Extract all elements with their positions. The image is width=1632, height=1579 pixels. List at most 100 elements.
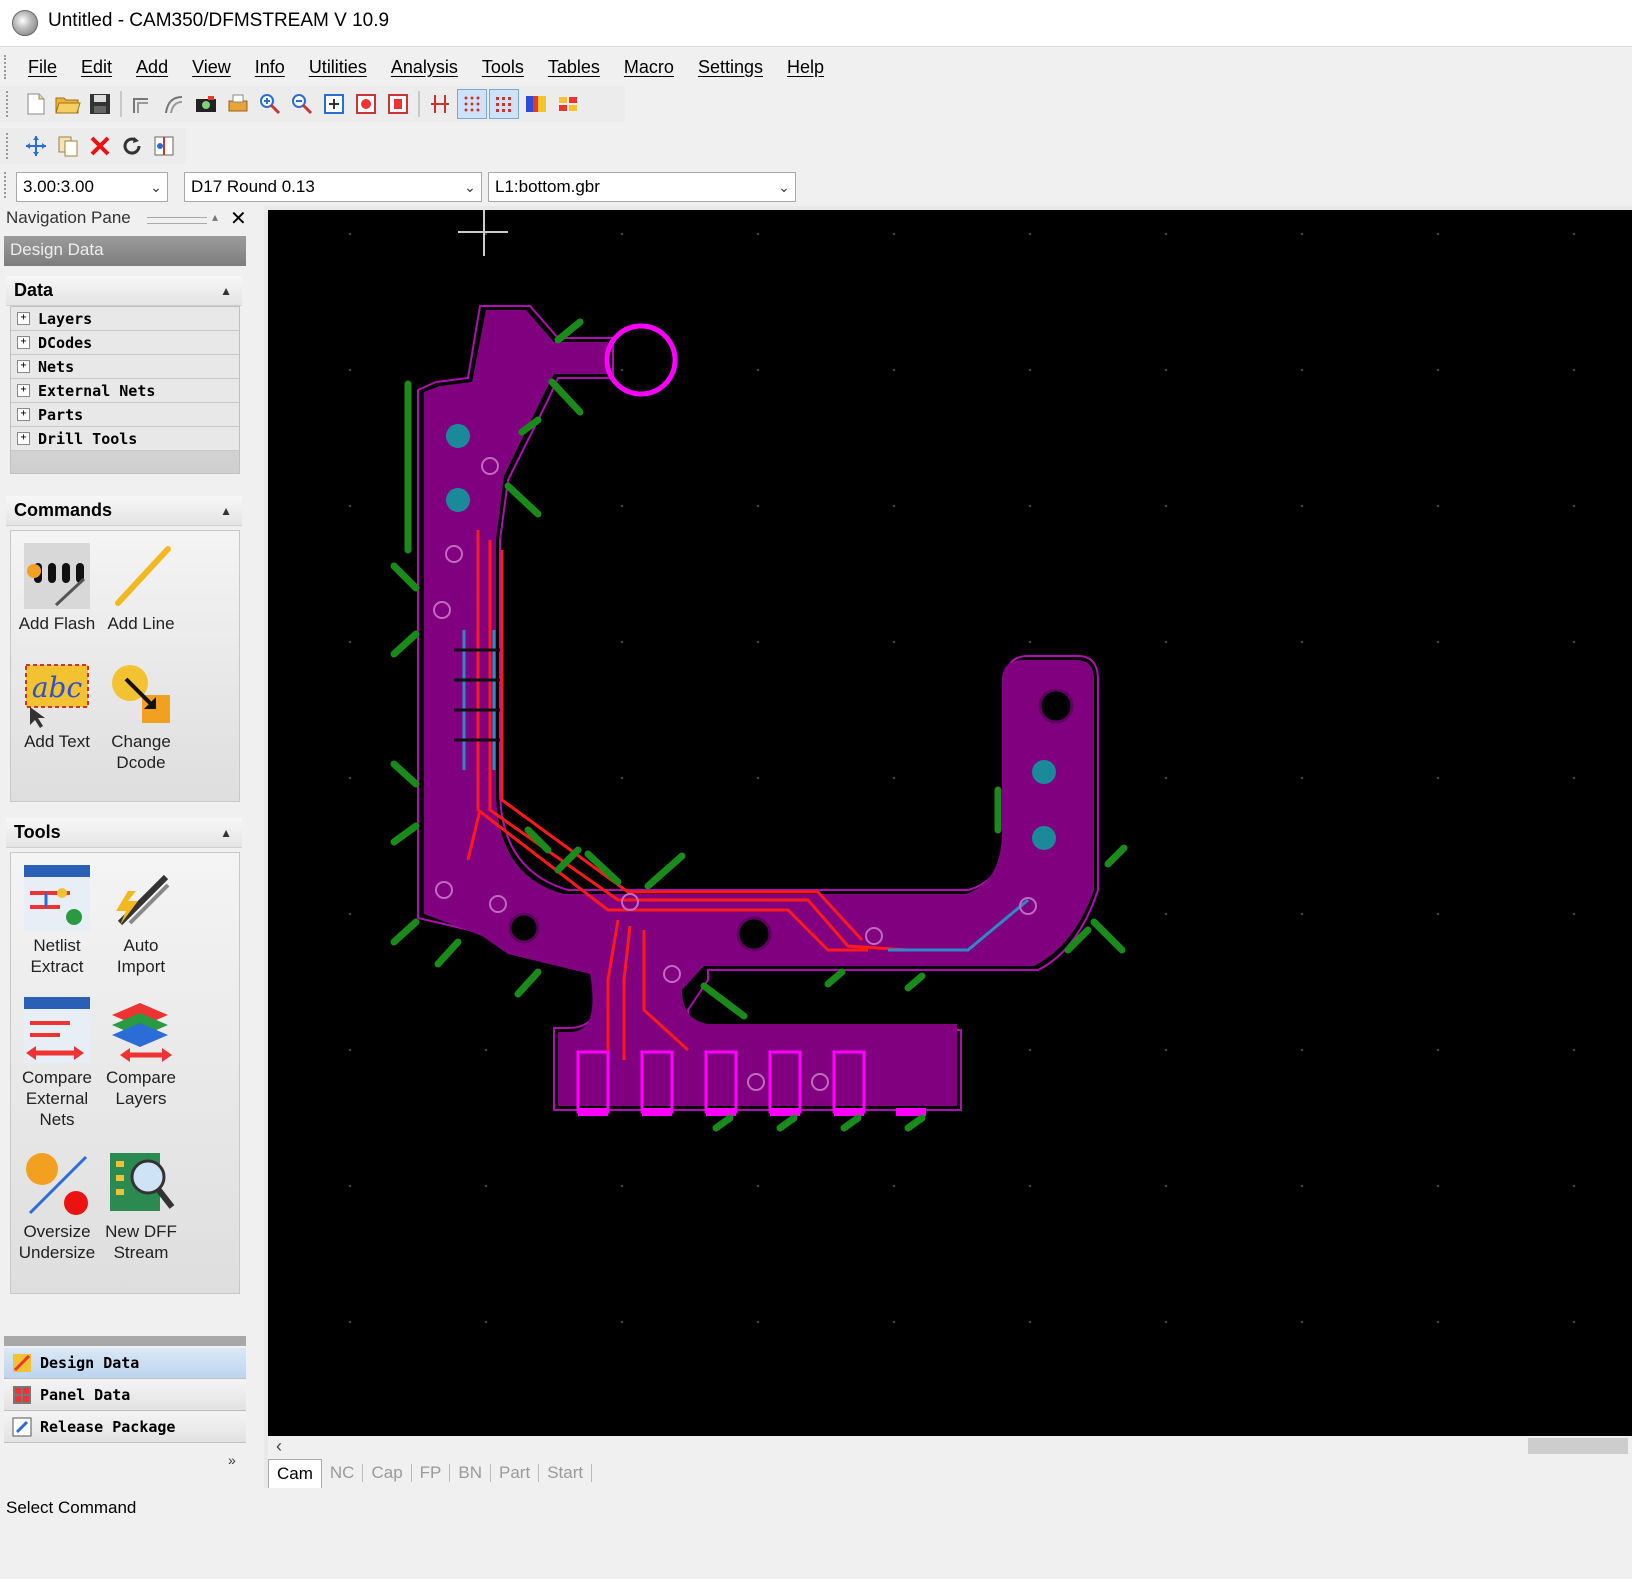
add-line-command[interactable]: Add Line bbox=[99, 541, 183, 634]
toolbar-separator bbox=[418, 91, 420, 117]
zoom-window-icon[interactable] bbox=[319, 89, 349, 119]
snap-icon[interactable] bbox=[425, 89, 455, 119]
collapse-icon[interactable]: ▲ bbox=[220, 826, 232, 840]
menu-add[interactable]: Add bbox=[124, 57, 180, 78]
zoom-in-icon[interactable] bbox=[255, 89, 285, 119]
menu-info[interactable]: Info bbox=[243, 57, 297, 78]
nav-button-panel-data[interactable]: Panel Data bbox=[4, 1380, 246, 1411]
expand-icon[interactable]: + bbox=[17, 408, 30, 421]
tree-item-parts[interactable]: + Parts bbox=[11, 403, 239, 427]
tree-item-nets[interactable]: + Nets bbox=[11, 355, 239, 379]
scrollbar-thumb[interactable] bbox=[1528, 1438, 1628, 1454]
combo-toolbar: 3.00:3.00 ⌄ D17 Round 0.13 ⌄ L1:bottom.g… bbox=[0, 168, 800, 206]
zoom-all-icon[interactable] bbox=[351, 89, 381, 119]
dcode-combo[interactable]: D17 Round 0.13 ⌄ bbox=[184, 172, 482, 202]
compare-external-nets-tool[interactable]: Compare External Nets bbox=[15, 995, 99, 1130]
undo-icon[interactable] bbox=[127, 89, 157, 119]
chevron-double-right-icon[interactable]: » bbox=[228, 1452, 236, 1468]
collapse-icon[interactable]: ▲ bbox=[220, 284, 232, 298]
layer-combo[interactable]: L1:bottom.gbr ⌄ bbox=[488, 172, 796, 202]
layers-toggle-icon[interactable] bbox=[553, 89, 583, 119]
scroll-left-icon[interactable]: ‹ bbox=[276, 1436, 282, 1457]
tools-section-header[interactable]: Tools ▲ bbox=[6, 818, 242, 848]
pcb-canvas[interactable] bbox=[268, 210, 1632, 1436]
tree-item-layers[interactable]: + Layers bbox=[11, 307, 239, 331]
nav-button-release-package[interactable]: Release Package bbox=[4, 1412, 246, 1443]
grid-lines-icon[interactable] bbox=[489, 89, 519, 119]
collapse-icon[interactable]: ▲ bbox=[220, 504, 232, 518]
tab-bn[interactable]: BN bbox=[450, 1464, 492, 1482]
menu-settings[interactable]: Settings bbox=[686, 57, 775, 78]
menu-macro[interactable]: Macro bbox=[612, 57, 686, 78]
compare-layers-tool[interactable]: Compare Layers bbox=[99, 995, 183, 1109]
commands-section-header[interactable]: Commands ▲ bbox=[6, 496, 242, 526]
menu-analysis[interactable]: Analysis bbox=[379, 57, 470, 78]
expand-icon[interactable]: + bbox=[17, 384, 30, 397]
copy-icon[interactable] bbox=[53, 131, 83, 161]
view-tabs: Cam NC Cap FP BN Part Start bbox=[268, 1458, 1632, 1488]
menu-view[interactable]: View bbox=[180, 57, 243, 78]
nav-splitter[interactable] bbox=[4, 1336, 246, 1346]
menu-file[interactable]: File bbox=[16, 57, 69, 78]
new-dff-stream-tool[interactable]: New DFF Stream bbox=[99, 1149, 183, 1263]
chevron-down-icon[interactable]: ⌄ bbox=[145, 179, 167, 196]
auto-import-tool[interactable]: Auto Import bbox=[99, 863, 183, 977]
new-file-icon[interactable] bbox=[21, 89, 51, 119]
tab-nc[interactable]: NC bbox=[322, 1464, 364, 1482]
expand-icon[interactable]: + bbox=[17, 312, 30, 325]
redraw-icon[interactable] bbox=[383, 89, 413, 119]
nav-pane-grip[interactable] bbox=[147, 217, 207, 224]
tab-fp[interactable]: FP bbox=[412, 1464, 451, 1482]
oversize-undersize-icon bbox=[22, 1149, 92, 1219]
grid-dots-icon[interactable] bbox=[457, 89, 487, 119]
chevron-down-icon[interactable]: ⌄ bbox=[773, 179, 795, 196]
layer-value: L1:bottom.gbr bbox=[495, 177, 600, 196]
compare-external-nets-label: Compare External Nets bbox=[22, 1068, 92, 1129]
camera-icon[interactable] bbox=[191, 89, 221, 119]
close-icon[interactable]: ✕ bbox=[230, 206, 247, 231]
netlist-extract-tool[interactable]: Netlist Extract bbox=[15, 863, 99, 977]
menu-grip bbox=[4, 55, 16, 79]
oversize-undersize-tool[interactable]: Oversize Undersize bbox=[15, 1149, 99, 1263]
tree-item-label: Nets bbox=[38, 357, 75, 376]
tab-start[interactable]: Start bbox=[539, 1464, 593, 1482]
expand-icon[interactable]: + bbox=[17, 432, 30, 445]
tree-item-drill-tools[interactable]: + Drill Tools bbox=[11, 427, 239, 451]
grid-size-combo[interactable]: 3.00:3.00 ⌄ bbox=[16, 172, 168, 202]
add-flash-label: Add Flash bbox=[18, 614, 96, 633]
menu-edit[interactable]: Edit bbox=[69, 57, 124, 78]
menu-utilities[interactable]: Utilities bbox=[297, 57, 379, 78]
redo-icon[interactable] bbox=[159, 89, 189, 119]
tree-item-dcodes[interactable]: + DCodes bbox=[11, 331, 239, 355]
data-section-header[interactable]: Data ▲ bbox=[6, 276, 242, 306]
expand-icon[interactable]: + bbox=[17, 336, 30, 349]
delete-icon[interactable] bbox=[85, 131, 115, 161]
tab-cam[interactable]: Cam bbox=[268, 1458, 322, 1488]
toolbar-separator bbox=[120, 91, 122, 117]
menu-tools[interactable]: Tools bbox=[470, 57, 536, 78]
tree-item-external-nets[interactable]: + External Nets bbox=[11, 379, 239, 403]
add-text-command[interactable]: abc Add Text bbox=[15, 659, 99, 752]
nav-button-design-data[interactable]: Design Data bbox=[4, 1348, 246, 1379]
horizontal-scrollbar[interactable]: ‹ bbox=[268, 1436, 1632, 1458]
open-folder-icon[interactable] bbox=[53, 89, 83, 119]
print-icon[interactable] bbox=[223, 89, 253, 119]
mirror-icon[interactable] bbox=[149, 131, 179, 161]
pin-icon[interactable]: ▴ bbox=[212, 210, 218, 224]
tab-cap[interactable]: Cap bbox=[363, 1464, 412, 1482]
change-dcode-command[interactable]: Change Dcode bbox=[99, 659, 183, 773]
move-icon[interactable] bbox=[21, 131, 51, 161]
toolbar-grip bbox=[6, 133, 14, 159]
auto-import-icon bbox=[106, 863, 176, 933]
menu-tables[interactable]: Tables bbox=[536, 57, 612, 78]
save-icon[interactable] bbox=[85, 89, 115, 119]
tab-part[interactable]: Part bbox=[491, 1464, 540, 1482]
rotate-icon[interactable] bbox=[117, 131, 147, 161]
add-flash-command[interactable]: Add Flash bbox=[15, 541, 99, 634]
chevron-down-icon[interactable]: ⌄ bbox=[459, 179, 481, 196]
expand-icon[interactable]: + bbox=[17, 360, 30, 373]
tree-item-label: External Nets bbox=[38, 381, 156, 400]
menu-help[interactable]: Help bbox=[775, 57, 836, 78]
zoom-out-icon[interactable] bbox=[287, 89, 317, 119]
colors-icon[interactable] bbox=[521, 89, 551, 119]
